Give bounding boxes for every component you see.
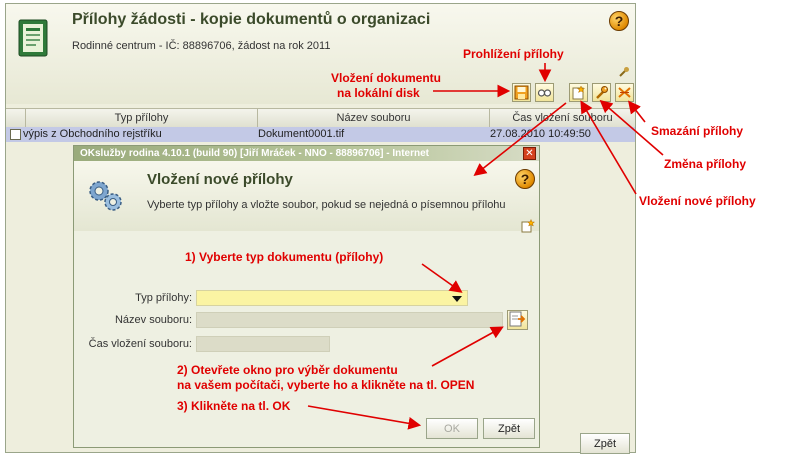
annotation-download-line1: Vložení dokumentu <box>331 71 442 85</box>
arrow-delete <box>628 100 646 123</box>
annotation-step2-line1: 2) Otevřete okno pro výběr dokumentu <box>177 363 398 377</box>
arrow-step3 <box>307 405 422 430</box>
arrow-step2 <box>431 326 504 367</box>
annotation-step2-line2: na vašem počítači, vyberte ho a klikněte… <box>177 378 475 392</box>
annotation-view: Prohlížení přílohy <box>463 47 564 61</box>
arrow-step1 <box>421 263 463 293</box>
annotation-step1: 1) Vyberte typ dokumentu (přílohy) <box>185 250 384 264</box>
arrow-add-dialog <box>473 102 567 176</box>
arrow-add <box>580 100 637 195</box>
annotation-delete: Smazání přílohy <box>651 124 744 138</box>
annotation-edit: Změna přílohy <box>664 157 747 171</box>
annotation-step3: 3) Klikněte na tl. OK <box>177 399 291 413</box>
annotation-download-line2: na lokální disk <box>337 86 420 100</box>
annotation-add: Vložení nové přílohy <box>639 194 756 208</box>
